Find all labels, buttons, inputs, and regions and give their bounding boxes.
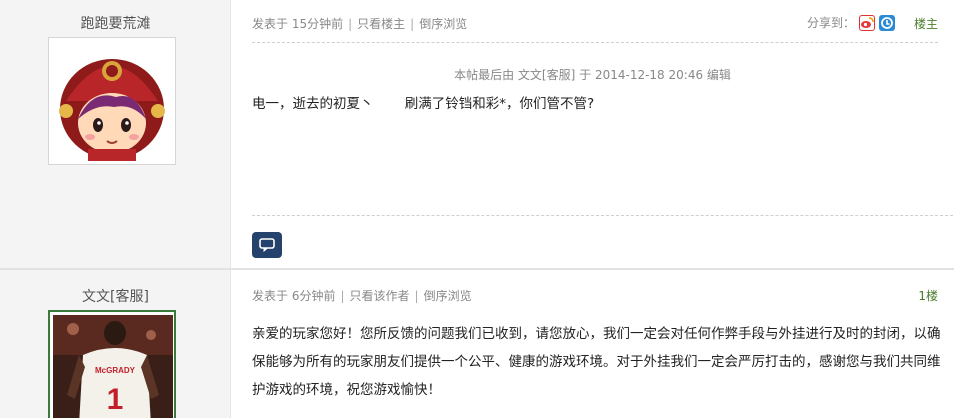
reverse-order-link[interactable]: 倒序浏览: [424, 289, 472, 303]
meta-separator: |: [340, 289, 345, 303]
post-1: 跑跑要荒滩 发表于 15分钟前 | 只看楼主 | 倒序浏览 分享到： 楼主 本帖…: [0, 0, 954, 268]
reverse-order-link[interactable]: 倒序浏览: [419, 17, 467, 31]
edit-prefix: 本帖最后由: [454, 68, 515, 82]
post-meta: 发表于 15分钟前 | 只看楼主 | 倒序浏览: [252, 15, 467, 32]
author-sidebar: 文文[客服] McGRADY 1: [0, 270, 231, 418]
divider: [252, 215, 954, 216]
author-name[interactable]: 文文[客服]: [0, 286, 231, 306]
avatar[interactable]: McGRADY 1: [48, 310, 176, 418]
divider: [252, 42, 938, 43]
meta-separator: |: [410, 17, 415, 31]
avatar-image: McGRADY 1: [53, 315, 173, 418]
edit-notice: 本帖最后由 文文[客服] 于 2014-12-18 20:46 编辑: [231, 66, 954, 83]
post-body: 发表于 15分钟前 | 只看楼主 | 倒序浏览 分享到： 楼主 本帖最后由 文文[客服]…: [231, 0, 954, 268]
avatar[interactable]: [48, 37, 176, 165]
comment-icon: [259, 238, 275, 252]
post-content: 电一，逝去的初夏丶 刷满了铃铛和彩*，你们管不管?: [252, 96, 595, 112]
meta-separator: |: [348, 17, 353, 31]
meta-separator: |: [414, 289, 419, 303]
only-author-link[interactable]: 只看楼主: [357, 17, 405, 31]
author-name[interactable]: 跑跑要荒滩: [0, 13, 231, 33]
avatar-image: [59, 59, 165, 161]
editor-name: 文文[客服]: [517, 68, 576, 82]
edit-time: 2014-12-18 20:46: [594, 68, 704, 82]
edit-suffix: 编辑: [706, 68, 731, 82]
post-time: 发表于 15分钟前: [252, 17, 344, 31]
post-content: 亲爱的玩家您好！您所反馈的问题我们已收到，请您放心，我们一定会对任何作弊手段与外…: [252, 326, 941, 398]
post-2: 文文[客服] McGRADY 1 发表于 6分钟前 | 只看该作者 | 倒序浏览 1楼 …: [0, 270, 954, 418]
floor-label[interactable]: 楼主: [914, 15, 938, 32]
share-label: 分享到：: [806, 16, 855, 30]
post-time: 发表于 6分钟前: [252, 289, 336, 303]
post-body: 发表于 6分钟前 | 只看该作者 | 倒序浏览 1楼 亲爱的玩家您好！您所反馈的问题我们…: [231, 270, 954, 418]
post-meta: 发表于 6分钟前 | 只看该作者 | 倒序浏览: [252, 287, 472, 304]
svg-text:McGRADY: McGRADY: [95, 366, 136, 375]
comment-button[interactable]: [252, 232, 282, 258]
floor-label[interactable]: 1楼: [918, 287, 938, 304]
author-sidebar: 跑跑要荒滩: [0, 0, 231, 268]
edit-middle: 于: [579, 68, 592, 82]
weibo-icon[interactable]: [859, 14, 875, 31]
svg-text:1: 1: [107, 383, 124, 416]
share-bar: 分享到：: [807, 14, 895, 31]
qzone-icon[interactable]: [879, 14, 895, 31]
only-author-link[interactable]: 只看该作者: [350, 289, 410, 303]
